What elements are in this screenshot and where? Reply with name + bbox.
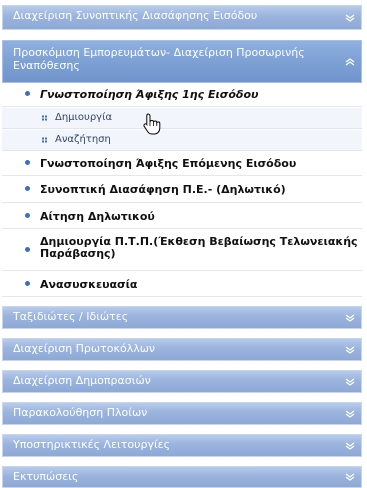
section-header-goods-presentation[interactable]: Προσκόμιση Εμπορευμάτων- Διαχείριση Προσ… xyxy=(2,40,362,83)
section-header-summary-declaration[interactable]: Διαχείριση Συνοπτικής Διασάφησης Εισόδου xyxy=(2,5,362,30)
bullet-icon xyxy=(25,186,30,191)
menu-item-label: Συνοπτική Διασάφηση Π.Ε.- (Δηλωτικό) xyxy=(40,183,286,196)
section-header-ship-tracking[interactable]: Παρακολούθηση Πλοίων xyxy=(2,402,362,425)
section-header-label: Διαχείριση Πρωτοκόλλων xyxy=(13,342,156,355)
submenu-item-create[interactable]: Δημιουργία xyxy=(2,108,362,129)
menu-item-manifest-request[interactable]: Αίτηση Δηλωτικού xyxy=(2,204,362,229)
chevron-down-icon xyxy=(345,13,355,23)
section-header-label: Διαχείριση Συνοπτικής Διασάφησης Εισόδου xyxy=(13,9,258,22)
menu-item-repackaging[interactable]: Ανασυσκευασία xyxy=(2,272,362,297)
bullet-icon xyxy=(25,281,30,286)
bullet-icon xyxy=(25,247,30,252)
menu-item-label: Δημιουργία Π.Τ.Π.(Έκθεση Βεβαίωσης Τελων… xyxy=(40,235,358,260)
chevron-down-icon xyxy=(345,377,355,387)
submenu-item-search[interactable]: Αναζήτηση xyxy=(2,130,362,151)
section-header-label: Προσκόμιση Εμπορευμάτων- Διαχείριση Προσ… xyxy=(13,46,305,72)
section-header-label: Ταξιδιώτες / Ιδιώτες xyxy=(13,310,129,323)
section-header-auctions[interactable]: Διαχείριση Δημοπρασιών xyxy=(2,370,362,393)
section-header-label: Διαχείριση Δημοπρασιών xyxy=(13,374,151,387)
menu-item-summary-declaration[interactable]: Συνοπτική Διασάφηση Π.Ε.- (Δηλωτικό) xyxy=(2,177,362,203)
chevron-down-icon xyxy=(345,409,355,419)
hand-cursor-icon xyxy=(142,113,162,135)
navigation-menu: Διαχείριση Συνοπτικής Διασάφησης Εισόδου… xyxy=(0,0,367,488)
submenu-item-label: Δημιουργία xyxy=(55,112,113,123)
bullet-icon xyxy=(25,91,30,96)
chevron-down-icon xyxy=(345,313,355,323)
square-bullet-icon xyxy=(42,115,47,121)
section-header-label: Υποστηρικτικές Λειτουργίες xyxy=(13,438,171,451)
section-header-prints[interactable]: Εκτυπώσεις xyxy=(2,466,362,488)
section-header-protocols[interactable]: Διαχείριση Πρωτοκόλλων xyxy=(2,338,362,361)
bullet-icon xyxy=(25,160,30,165)
menu-item-next-arrival-notification[interactable]: Γνωστοποίηση Άφιξης Επόμενης Εισόδου xyxy=(2,152,362,176)
section-header-label: Εκτυπώσεις xyxy=(13,470,79,483)
square-bullet-icon xyxy=(42,137,47,143)
menu-item-customs-violation-report[interactable]: Δημιουργία Π.Τ.Π.(Έκθεση Βεβαίωσης Τελων… xyxy=(2,230,362,271)
bullet-icon xyxy=(25,213,30,218)
menu-item-label: Γνωστοποίηση Άφιξης 1ης Εισόδου xyxy=(40,88,259,101)
menu-item-first-arrival-notification[interactable]: Γνωστοποίηση Άφιξης 1ης Εισόδου xyxy=(2,84,362,107)
chevron-down-icon xyxy=(345,345,355,355)
menu-item-label: Αίτηση Δηλωτικού xyxy=(40,210,155,223)
section-header-support-functions[interactable]: Υποστηρικτικές Λειτουργίες xyxy=(2,434,362,457)
submenu-item-label: Αναζήτηση xyxy=(55,134,111,145)
section-header-label: Παρακολούθηση Πλοίων xyxy=(13,406,148,419)
menu-item-label: Ανασυσκευασία xyxy=(40,278,138,291)
menu-item-label: Γνωστοποίηση Άφιξης Επόμενης Εισόδου xyxy=(40,157,297,170)
chevron-up-icon xyxy=(345,57,355,67)
chevron-down-icon xyxy=(345,472,355,482)
section-header-travellers[interactable]: Ταξιδιώτες / Ιδιώτες xyxy=(2,306,362,329)
chevron-down-icon xyxy=(345,441,355,451)
